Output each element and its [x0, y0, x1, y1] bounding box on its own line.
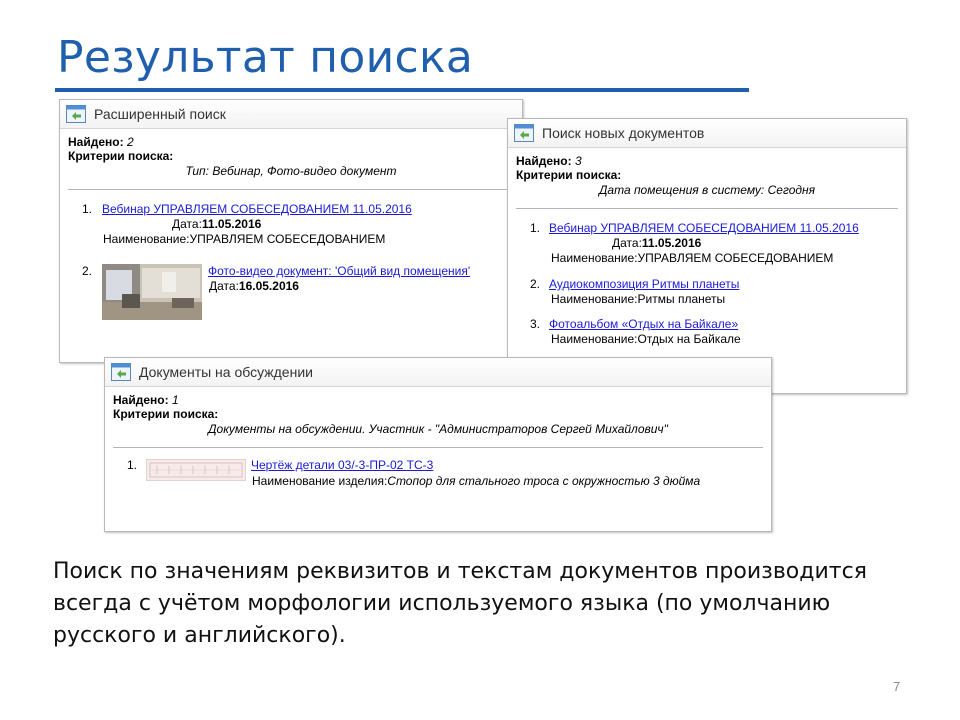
result-link[interactable]: Фотоальбом «Отдых на Байкале» [549, 317, 738, 332]
result-name: Наименование:Ритмы планеты [551, 292, 726, 306]
result-link[interactable]: Вебинар УПРАВЛЯЕМ СОБЕСЕДОВАНИЕМ 11.05.2… [549, 221, 859, 236]
result-date: Дата:11.05.2016 [172, 217, 262, 231]
criteria-value: Тип: Вебинар, Фото-видео документ [185, 164, 397, 178]
panel-title: Поиск новых документов [542, 125, 705, 141]
list-item: 1. Чертёж детали 03/-3-ПР-02 ТС-3 Наимен… [113, 456, 763, 496]
item-number: 3. [530, 317, 541, 331]
panel-header: Документы на обсуждении [105, 358, 771, 387]
found-count: Найдено: 3 [516, 154, 582, 168]
item-number: 1. [530, 221, 541, 235]
divider [516, 208, 898, 209]
criteria-label: Критерии поиска: [113, 407, 219, 421]
list-item: 2. Фото-видео документ: 'Общий вид помещ… [68, 260, 514, 340]
title-underline [55, 88, 749, 92]
result-link[interactable]: Аудиокомпозиция Ритмы планеты [549, 277, 739, 292]
item-number: 2. [530, 277, 541, 291]
search-window-icon [514, 124, 534, 142]
search-window-icon [111, 363, 131, 381]
result-name: Наименование:Отдых на Байкале [551, 332, 741, 346]
result-date: Дата:11.05.2016 [612, 236, 702, 250]
list-item: 2. Аудиокомпозиция Ритмы планеты Наимено… [516, 273, 898, 309]
divider [113, 447, 763, 448]
found-count: Найдено: 2 [68, 135, 134, 149]
item-number: 1. [82, 202, 93, 216]
panel-title: Документы на обсуждении [139, 364, 313, 380]
item-number: 2. [82, 264, 93, 278]
new-documents-panel: Поиск новых документов Найдено: 3 Критер… [507, 118, 907, 394]
item-number: 1. [127, 458, 138, 472]
page-title: Результат поиска [57, 32, 474, 83]
criteria-label: Критерии поиска: [68, 149, 174, 163]
panel-header: Поиск новых документов [508, 119, 906, 148]
panel-header: Расширенный поиск [60, 100, 522, 129]
found-count: Найдено: 1 [113, 393, 179, 407]
list-item: 3. Фотоальбом «Отдых на Байкале» Наимено… [516, 313, 898, 349]
photo-thumbnail[interactable] [102, 264, 202, 320]
criteria-value: Дата помещения в систему: Сегодня [598, 183, 816, 197]
result-date: Дата:16.05.2016 [209, 279, 299, 293]
discussion-documents-panel: Документы на обсуждении Найдено: 1 Крите… [104, 357, 772, 532]
criteria-value: Документы на обсуждении. Участник - "Адм… [208, 422, 668, 436]
result-name: Наименование:УПРАВЛЯЕМ СОБЕСЕДОВАНИЕМ [103, 232, 386, 246]
advanced-search-panel: Расширенный поиск Найдено: 2 Критерии по… [59, 99, 523, 363]
result-link[interactable]: Чертёж детали 03/-3-ПР-02 ТС-3 [251, 458, 433, 473]
drawing-thumbnail[interactable] [146, 459, 246, 481]
result-name: Наименование изделия:Стопор для стальног… [252, 474, 701, 488]
criteria-label: Критерии поиска: [516, 168, 622, 182]
result-link[interactable]: Вебинар УПРАВЛЯЕМ СОБЕСЕДОВАНИЕМ 11.05.2… [102, 202, 412, 217]
result-name: Наименование:УПРАВЛЯЕМ СОБЕСЕДОВАНИЕМ [551, 251, 834, 265]
search-window-icon [66, 105, 86, 123]
divider [68, 189, 514, 190]
result-link[interactable]: Фото-видео документ: 'Общий вид помещени… [208, 264, 470, 279]
list-item: 1. Вебинар УПРАВЛЯЕМ СОБЕСЕДОВАНИЕМ 11.0… [516, 217, 898, 267]
description-text: Поиск по значениям реквизитов и текстам … [53, 559, 867, 648]
panel-title: Расширенный поиск [94, 106, 226, 122]
list-item: 1. Вебинар УПРАВЛЯЕМ СОБЕСЕДОВАНИЕМ 11.0… [68, 198, 514, 248]
page-number: 7 [893, 679, 901, 694]
